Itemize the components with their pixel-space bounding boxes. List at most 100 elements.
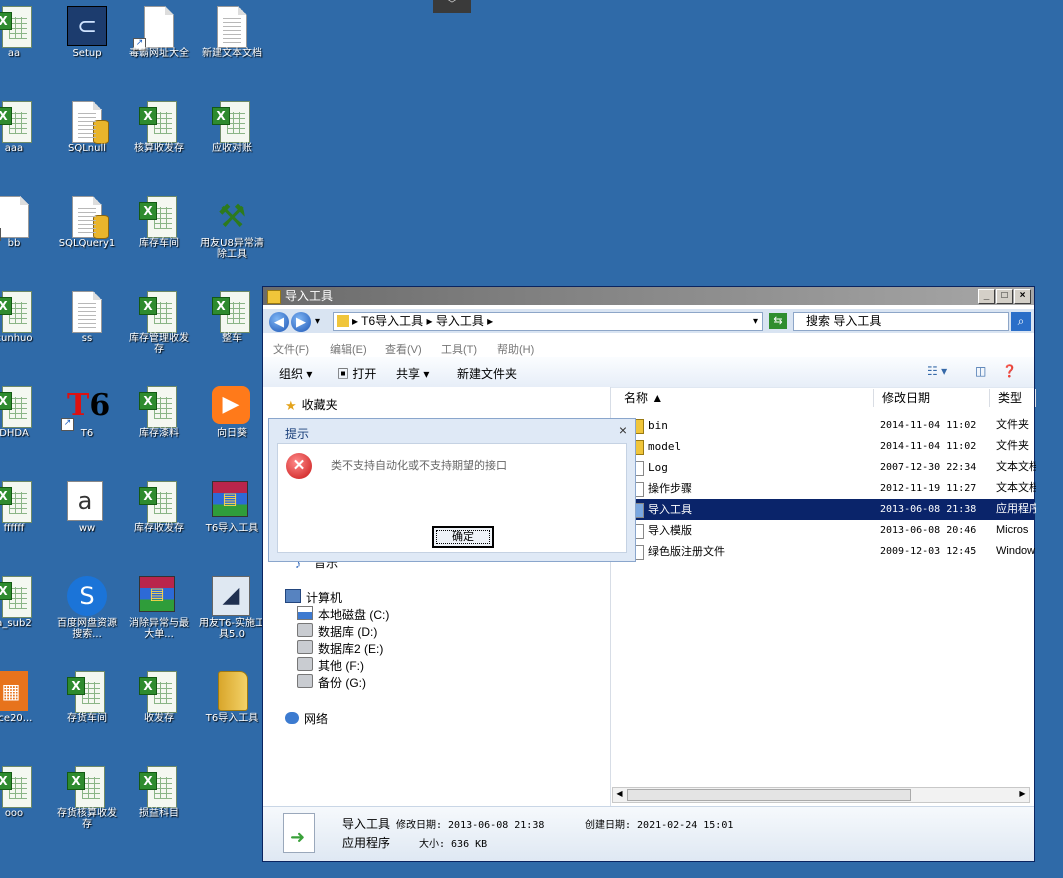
excel-file-icon: X (139, 766, 177, 808)
file-row[interactable]: 导入工具 2013-06-08 21:38 应用程序 (630, 499, 1036, 520)
open-button[interactable]: ▣ 打开 (337, 365, 376, 382)
desktop-icon[interactable]: S 百度网盘资源搜索... (53, 570, 121, 656)
folder-icon (218, 671, 248, 711)
desktop-icon[interactable]: X 库存管理收发存 (125, 285, 193, 371)
desktop-icon[interactable]: X DHDA (0, 380, 48, 466)
desktop-icon-label: 库存收发存 (134, 523, 184, 534)
menu-tools[interactable]: 工具(T) (441, 341, 477, 357)
horizontal-scrollbar[interactable]: ◀ ▶ (612, 787, 1030, 803)
history-dropdown-icon[interactable]: ▾ (315, 312, 320, 331)
desktop-icon[interactable]: Xooo (0, 760, 48, 846)
file-row[interactable]: Log 2007-12-30 22:34 文本文档 (630, 457, 1036, 478)
scroll-thumb[interactable] (627, 789, 911, 801)
minimize-button[interactable]: _ (978, 289, 995, 304)
nav-computer[interactable]: 计算机 (285, 589, 342, 606)
scroll-right-icon[interactable]: ▶ (1016, 788, 1029, 800)
file-row[interactable]: model 2014-11-04 11:02 文件夹 (630, 436, 1034, 457)
file-row[interactable]: 绿色版注册文件 2009-12-03 12:45 Window (630, 541, 1035, 562)
desktop-icon[interactable]: Xaaa (0, 95, 48, 181)
desktop-icon[interactable]: ▦ ice20... (0, 665, 48, 751)
desktop-icon[interactable]: Xaa (0, 0, 48, 86)
file-name: 导入模版 (648, 524, 692, 537)
excel-file-icon: X (139, 101, 177, 143)
desktop-icon[interactable]: X 损益科目 (125, 760, 193, 846)
desktop-icon[interactable]: X 存货核算收发存 (53, 760, 121, 846)
desktop-icon[interactable]: ↗bb (0, 190, 48, 276)
column-header-modified[interactable]: 修改日期 (874, 389, 990, 407)
menu-view[interactable]: 查看(V) (385, 341, 422, 357)
search-icon[interactable]: ⌕ (1011, 312, 1031, 331)
window-titlebar[interactable]: 导入工具 _ □ × (263, 287, 1034, 305)
share-button[interactable]: 共享 ▾ (396, 365, 429, 382)
nav-drive-c[interactable]: 本地磁盘 (C:) (297, 606, 389, 623)
preview-pane-icon[interactable]: ◫ (975, 364, 986, 378)
command-bar: 组织 ▾ ▣ 打开 共享 ▾ 新建文件夹 ☷ ▾ ◫ ❓ (263, 357, 1034, 388)
refresh-icon[interactable]: ⇆ (769, 313, 787, 329)
new-folder-button[interactable]: 新建文件夹 (457, 365, 517, 382)
nav-drive-e[interactable]: 数据库2 (E:) (297, 640, 383, 657)
file-modified: 2014-11-04 11:02 (880, 441, 977, 452)
desktop-icon[interactable]: ↗ 毒霸网址大全 (125, 0, 193, 86)
drive-icon (297, 606, 313, 620)
desktop-icon[interactable]: ⊂ Setup (53, 0, 121, 86)
dialog-close-icon[interactable]: × (619, 422, 627, 438)
chevron-down-icon[interactable]: ﹀ (433, 0, 471, 13)
excel-file-icon: X (0, 766, 32, 808)
help-icon[interactable]: ❓ (1002, 364, 1017, 378)
ok-button[interactable]: 确定 (432, 526, 494, 548)
desktop-icon[interactable]: SQLnull (53, 95, 121, 181)
star-icon: ★ (285, 398, 297, 413)
file-row[interactable]: bin 2014-11-04 11:02 文件夹 (630, 415, 1034, 436)
file-row[interactable]: 导入模版 2013-06-08 20:46 Micros (630, 520, 1034, 541)
desktop-icon-label: ww (78, 523, 96, 534)
computer-icon (285, 589, 301, 603)
column-header-type[interactable]: 类型 (990, 389, 1036, 407)
desktop-icon[interactable]: X 整车 (198, 285, 266, 371)
desktop-icon[interactable]: ▶ 向日葵 (198, 380, 266, 466)
desktop-icon[interactable]: ▤ T6导入工具 (198, 475, 266, 561)
desktop-icon[interactable]: X 收发存 (125, 665, 193, 751)
organize-button[interactable]: 组织 ▾ (279, 365, 312, 382)
desktop-icon[interactable]: Xa_sub2 (0, 570, 48, 656)
desktop-icon[interactable]: ⚒ 用友U8异常清除工具 (198, 190, 266, 276)
nav-drive-g[interactable]: 备份 (G:) (297, 674, 366, 691)
excel-file-icon: X (0, 6, 32, 48)
nav-drive-d[interactable]: 数据库 (D:) (297, 623, 377, 640)
forward-button[interactable]: ▶ (291, 312, 311, 332)
menu-file[interactable]: 文件(F) (273, 341, 309, 357)
desktop-icon[interactable]: SQLQuery1 (53, 190, 121, 276)
desktop-icon[interactable]: ◢ 用友T6-实施工具5.0 (198, 570, 266, 656)
desktop-icon[interactable]: Xcunhuo (0, 285, 48, 371)
search-input[interactable]: 搜索 导入工具 (793, 312, 1009, 331)
desktop-icon[interactable]: X 存货车间 (53, 665, 121, 751)
nav-network[interactable]: 网络 (285, 711, 328, 727)
views-icon[interactable]: ☷ ▾ (927, 364, 947, 378)
desktop-icon[interactable]: 新建文本文档 (198, 0, 266, 86)
excel-file-icon: X (139, 481, 177, 523)
desktop-icon[interactable]: X 库存收发存 (125, 475, 193, 561)
desktop-icon[interactable]: ss (53, 285, 121, 371)
desktop-icon[interactable]: X 核算收发存 (125, 95, 193, 181)
desktop-icon[interactable]: ▤ 消除异常与最大单... (125, 570, 193, 656)
column-header-name[interactable]: 名称 ▲ (616, 389, 874, 407)
file-row[interactable]: 操作步骤 2012-11-19 11:27 文本文档 (630, 478, 1036, 499)
scroll-left-icon[interactable]: ◀ (613, 788, 626, 800)
address-bar[interactable]: ▸ T6导入工具 ▸ 导入工具 ▸ (333, 312, 763, 331)
desktop-icon[interactable]: Xffffff (0, 475, 48, 561)
desktop-icon[interactable]: a ww (53, 475, 121, 561)
office-icon: ▦ (0, 671, 28, 711)
close-button[interactable]: × (1014, 289, 1031, 304)
desktop-icon[interactable]: T6 ↗ T6 (53, 380, 121, 466)
desktop-icon[interactable]: X 应收对账 (198, 95, 266, 181)
menu-help[interactable]: 帮助(H) (497, 341, 534, 357)
desktop-icon-label: Setup (72, 48, 102, 59)
desktop-icon[interactable]: X 库存车间 (125, 190, 193, 276)
address-dropdown-icon[interactable]: ▾ (753, 312, 758, 331)
desktop-icon[interactable]: T6导入工具 (198, 665, 266, 751)
nav-drive-f[interactable]: 其他 (F:) (297, 657, 364, 674)
maximize-button[interactable]: □ (996, 289, 1013, 304)
back-button[interactable]: ◀ (269, 312, 289, 332)
nav-favorites[interactable]: ★ 收藏夹 (285, 397, 338, 414)
desktop-icon[interactable]: X 库存漆料 (125, 380, 193, 466)
menu-edit[interactable]: 编辑(E) (330, 341, 367, 357)
